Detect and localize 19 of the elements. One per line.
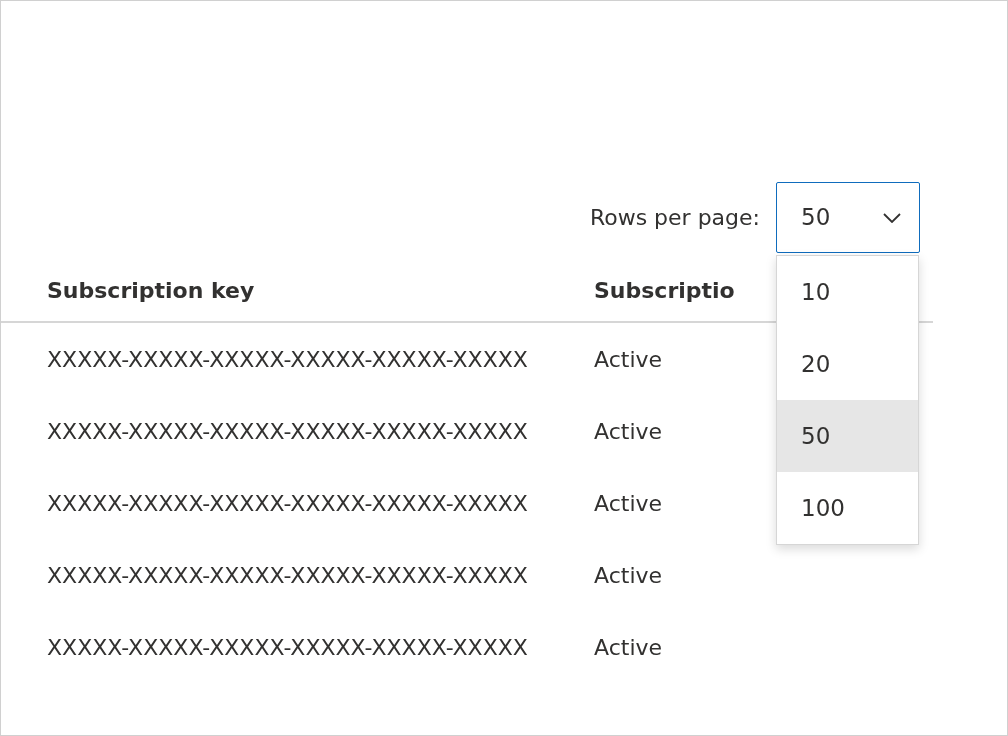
column-header: Subscriptio — [594, 277, 735, 305]
chevron-down-icon — [883, 212, 901, 223]
dropdown-option[interactable]: 20 — [777, 328, 918, 400]
table-cell-text: XXXXX-XXXXX-XXXXX-XXXXX-XXXXX-XXXXX — [46, 345, 529, 374]
table-cell-text: XXXXX-XXXXX-XXXXX-XXXXX-XXXXX-XXXXX — [46, 633, 529, 662]
rows-per-page-label: Rows per page: — [589, 204, 760, 232]
table-cell-text: Active — [594, 345, 663, 374]
dropdown-option[interactable]: 100 — [777, 472, 918, 544]
dropdown-option[interactable]: 50 — [777, 400, 918, 472]
column-header: Subscription key — [46, 277, 256, 305]
table-cell-text: XXXXX-XXXXX-XXXXX-XXXXX-XXXXX-XXXXX — [46, 561, 529, 590]
table-cell-text: XXXXX-XXXXX-XXXXX-XXXXX-XXXXX-XXXXX — [46, 417, 529, 446]
table-cell-text: Active — [594, 417, 663, 446]
table-cell-text: XXXXX-XXXXX-XXXXX-XXXXX-XXXXX-XXXXX — [46, 489, 529, 518]
rows-per-page-select[interactable]: 50 — [776, 182, 920, 253]
table-cell-text: Active — [594, 489, 663, 518]
table-cell-text: Active — [594, 561, 663, 590]
dropdown-option[interactable]: 10 — [777, 256, 918, 328]
table-cell-text: Active — [594, 633, 663, 662]
